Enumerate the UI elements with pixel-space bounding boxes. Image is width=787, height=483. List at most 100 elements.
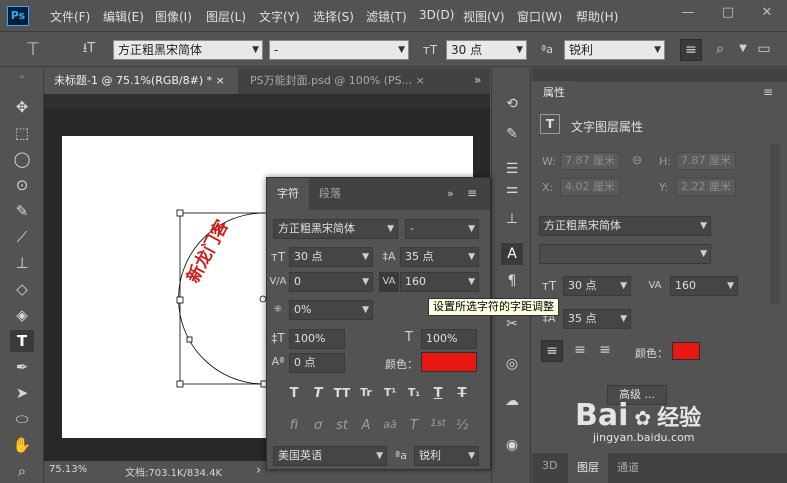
- old-style-icon[interactable]: st: [332, 418, 352, 433]
- adjustments-icon[interactable]: ☰: [501, 158, 523, 180]
- tab-3d[interactable]: 3D: [542, 459, 557, 472]
- brush-settings-icon[interactable]: ✎: [501, 123, 523, 145]
- tab-paragraph[interactable]: 段落: [309, 178, 351, 210]
- color-swatch[interactable]: [421, 352, 477, 372]
- tab-ps-cover[interactable]: PS万能封面.psd @ 100% (PS... ×: [240, 68, 444, 94]
- all-caps-icon[interactable]: TT: [332, 386, 352, 400]
- 3d-icon[interactable]: ◎: [501, 353, 523, 375]
- lasso-tool-icon[interactable]: ◯: [10, 148, 34, 170]
- menu-type[interactable]: 文字(Y): [259, 8, 300, 25]
- font-family-select[interactable]: 方正粗黑宋简体 ▼: [273, 219, 398, 239]
- color-swatch[interactable]: [672, 342, 700, 360]
- collapse-icon[interactable]: »: [447, 187, 454, 200]
- menu-help[interactable]: 帮助(H): [576, 8, 618, 25]
- faux-italic-icon[interactable]: T: [308, 386, 328, 401]
- scrollbar[interactable]: [770, 144, 780, 304]
- menu-window[interactable]: 窗口(W): [517, 8, 562, 25]
- zoom-tool-icon[interactable]: ⌕: [10, 460, 34, 482]
- anchor-point[interactable]: [186, 336, 193, 343]
- clone-source-icon[interactable]: ⊥: [501, 208, 523, 230]
- font-style-select[interactable]: - ▼: [269, 40, 409, 60]
- hand-tool-icon[interactable]: ✋: [10, 434, 34, 456]
- language-select[interactable]: 美国英语 ▼: [273, 446, 387, 466]
- align-center-icon[interactable]: ≡: [569, 340, 591, 360]
- underline-icon[interactable]: T: [428, 386, 448, 401]
- tracking-select[interactable]: 160 ▼: [670, 276, 738, 296]
- proportional-spacing-select[interactable]: 0% ▼: [289, 300, 373, 320]
- menu-edit[interactable]: 编辑(E): [103, 8, 144, 25]
- character-panel-icon[interactable]: A: [501, 243, 523, 265]
- history-icon[interactable]: ⟲: [501, 93, 523, 115]
- tab-properties[interactable]: 属性: [532, 81, 576, 105]
- text-orientation-icon[interactable]: ⭳T: [76, 39, 102, 59]
- font-size-select[interactable]: 30 点 ▼: [289, 247, 373, 267]
- swash-icon[interactable]: A: [356, 418, 376, 433]
- pen-tool-icon[interactable]: ✒: [10, 356, 34, 378]
- zoom-level[interactable]: 75.13%: [49, 464, 87, 475]
- close-icon[interactable]: ×: [216, 74, 225, 87]
- tab-channels[interactable]: 通道: [617, 459, 639, 475]
- strikethrough-icon[interactable]: T: [452, 386, 472, 401]
- close-button[interactable]: ✕: [757, 4, 777, 22]
- faux-bold-icon[interactable]: T: [284, 386, 304, 401]
- small-caps-icon[interactable]: Tr: [356, 386, 376, 399]
- collapse-icon[interactable]: »: [6, 72, 38, 82]
- search-icon[interactable]: ⌕: [710, 39, 730, 59]
- tab-overflow-icon[interactable]: »: [474, 73, 481, 87]
- align-right-icon[interactable]: ≡: [594, 340, 616, 360]
- quick-select-tool-icon[interactable]: ⊙: [10, 174, 34, 196]
- path-select-tool-icon[interactable]: ➤: [10, 382, 34, 404]
- menu-view[interactable]: 视图(V): [463, 8, 505, 25]
- menu-3d[interactable]: 3D(D): [419, 8, 454, 22]
- anti-alias-select[interactable]: 锐利 ▼: [564, 40, 665, 60]
- ordinals-icon[interactable]: 1st: [428, 418, 448, 429]
- eraser-tool-icon[interactable]: ◇: [10, 278, 34, 300]
- menu-filter[interactable]: 滤镜(T): [366, 8, 407, 25]
- menu-layer[interactable]: 图层(L): [206, 8, 246, 25]
- paragraph-panel-icon[interactable]: ¶: [501, 270, 523, 292]
- workspace-icon[interactable]: ▭: [755, 39, 773, 59]
- discretionary-ligature-icon[interactable]: ơ: [308, 418, 328, 433]
- subscript-icon[interactable]: T₁: [404, 386, 424, 399]
- move-tool-icon[interactable]: ✥: [10, 96, 34, 118]
- chevron-right-icon[interactable]: ›: [256, 463, 261, 478]
- type-tool-preset-icon[interactable]: T: [22, 40, 44, 60]
- horizontal-scale-field[interactable]: 100%: [421, 329, 477, 349]
- tab-untitled[interactable]: 未标题-1 @ 75.1%(RGB/8#) * ×: [44, 68, 238, 94]
- align-left-icon[interactable]: ≡: [541, 340, 563, 362]
- kerning-select[interactable]: 0 ▼: [289, 272, 373, 292]
- menu-file[interactable]: 文件(F): [50, 8, 90, 25]
- ligature-icon[interactable]: fi: [284, 418, 304, 433]
- font-size-select[interactable]: 30 点 ▼: [563, 276, 631, 296]
- font-style-select[interactable]: - ▼: [405, 219, 479, 239]
- menu-image[interactable]: 图像(I): [155, 8, 192, 25]
- titling-icon[interactable]: T: [404, 418, 424, 433]
- vertical-scale-field[interactable]: 100%: [289, 329, 345, 349]
- tools-icon[interactable]: ✂: [501, 313, 523, 335]
- tracking-select[interactable]: 160 ▼: [400, 272, 479, 292]
- transform-handle[interactable]: [176, 380, 184, 388]
- chevron-down-icon[interactable]: ▼: [734, 39, 752, 59]
- learn-icon[interactable]: ◉: [501, 434, 523, 456]
- fractions-icon[interactable]: ½: [452, 418, 472, 433]
- libraries-icon[interactable]: ☁: [501, 390, 523, 412]
- tab-layers[interactable]: 图层: [568, 453, 608, 483]
- align-left-icon[interactable]: ≡: [680, 39, 702, 61]
- marquee-tool-icon[interactable]: ⬚: [10, 122, 34, 144]
- anti-alias-select[interactable]: 锐利 ▼: [414, 446, 479, 466]
- superscript-icon[interactable]: T¹: [380, 386, 400, 399]
- ellipse-tool-icon[interactable]: ⬭: [10, 408, 34, 430]
- transform-handle[interactable]: [176, 296, 184, 304]
- stamp-tool-icon[interactable]: ⊥: [10, 252, 34, 274]
- eyedropper-tool-icon[interactable]: ✎: [10, 200, 34, 222]
- leading-select[interactable]: 35 点 ▼: [400, 247, 479, 267]
- panel-menu-icon[interactable]: ≡: [763, 85, 773, 99]
- type-tool-icon[interactable]: T: [10, 330, 34, 352]
- font-family-select[interactable]: 方正粗黑宋简体 ▼: [539, 216, 711, 236]
- panel-menu-icon[interactable]: ≡: [467, 186, 477, 200]
- stylistic-alternates-icon[interactable]: aā: [380, 418, 400, 431]
- maximize-button[interactable]: □: [718, 4, 738, 22]
- leading-select[interactable]: 35 点 ▼: [563, 309, 631, 329]
- font-size-select[interactable]: 30 点 ▼: [446, 40, 527, 60]
- baseline-shift-field[interactable]: 0 点: [289, 353, 345, 373]
